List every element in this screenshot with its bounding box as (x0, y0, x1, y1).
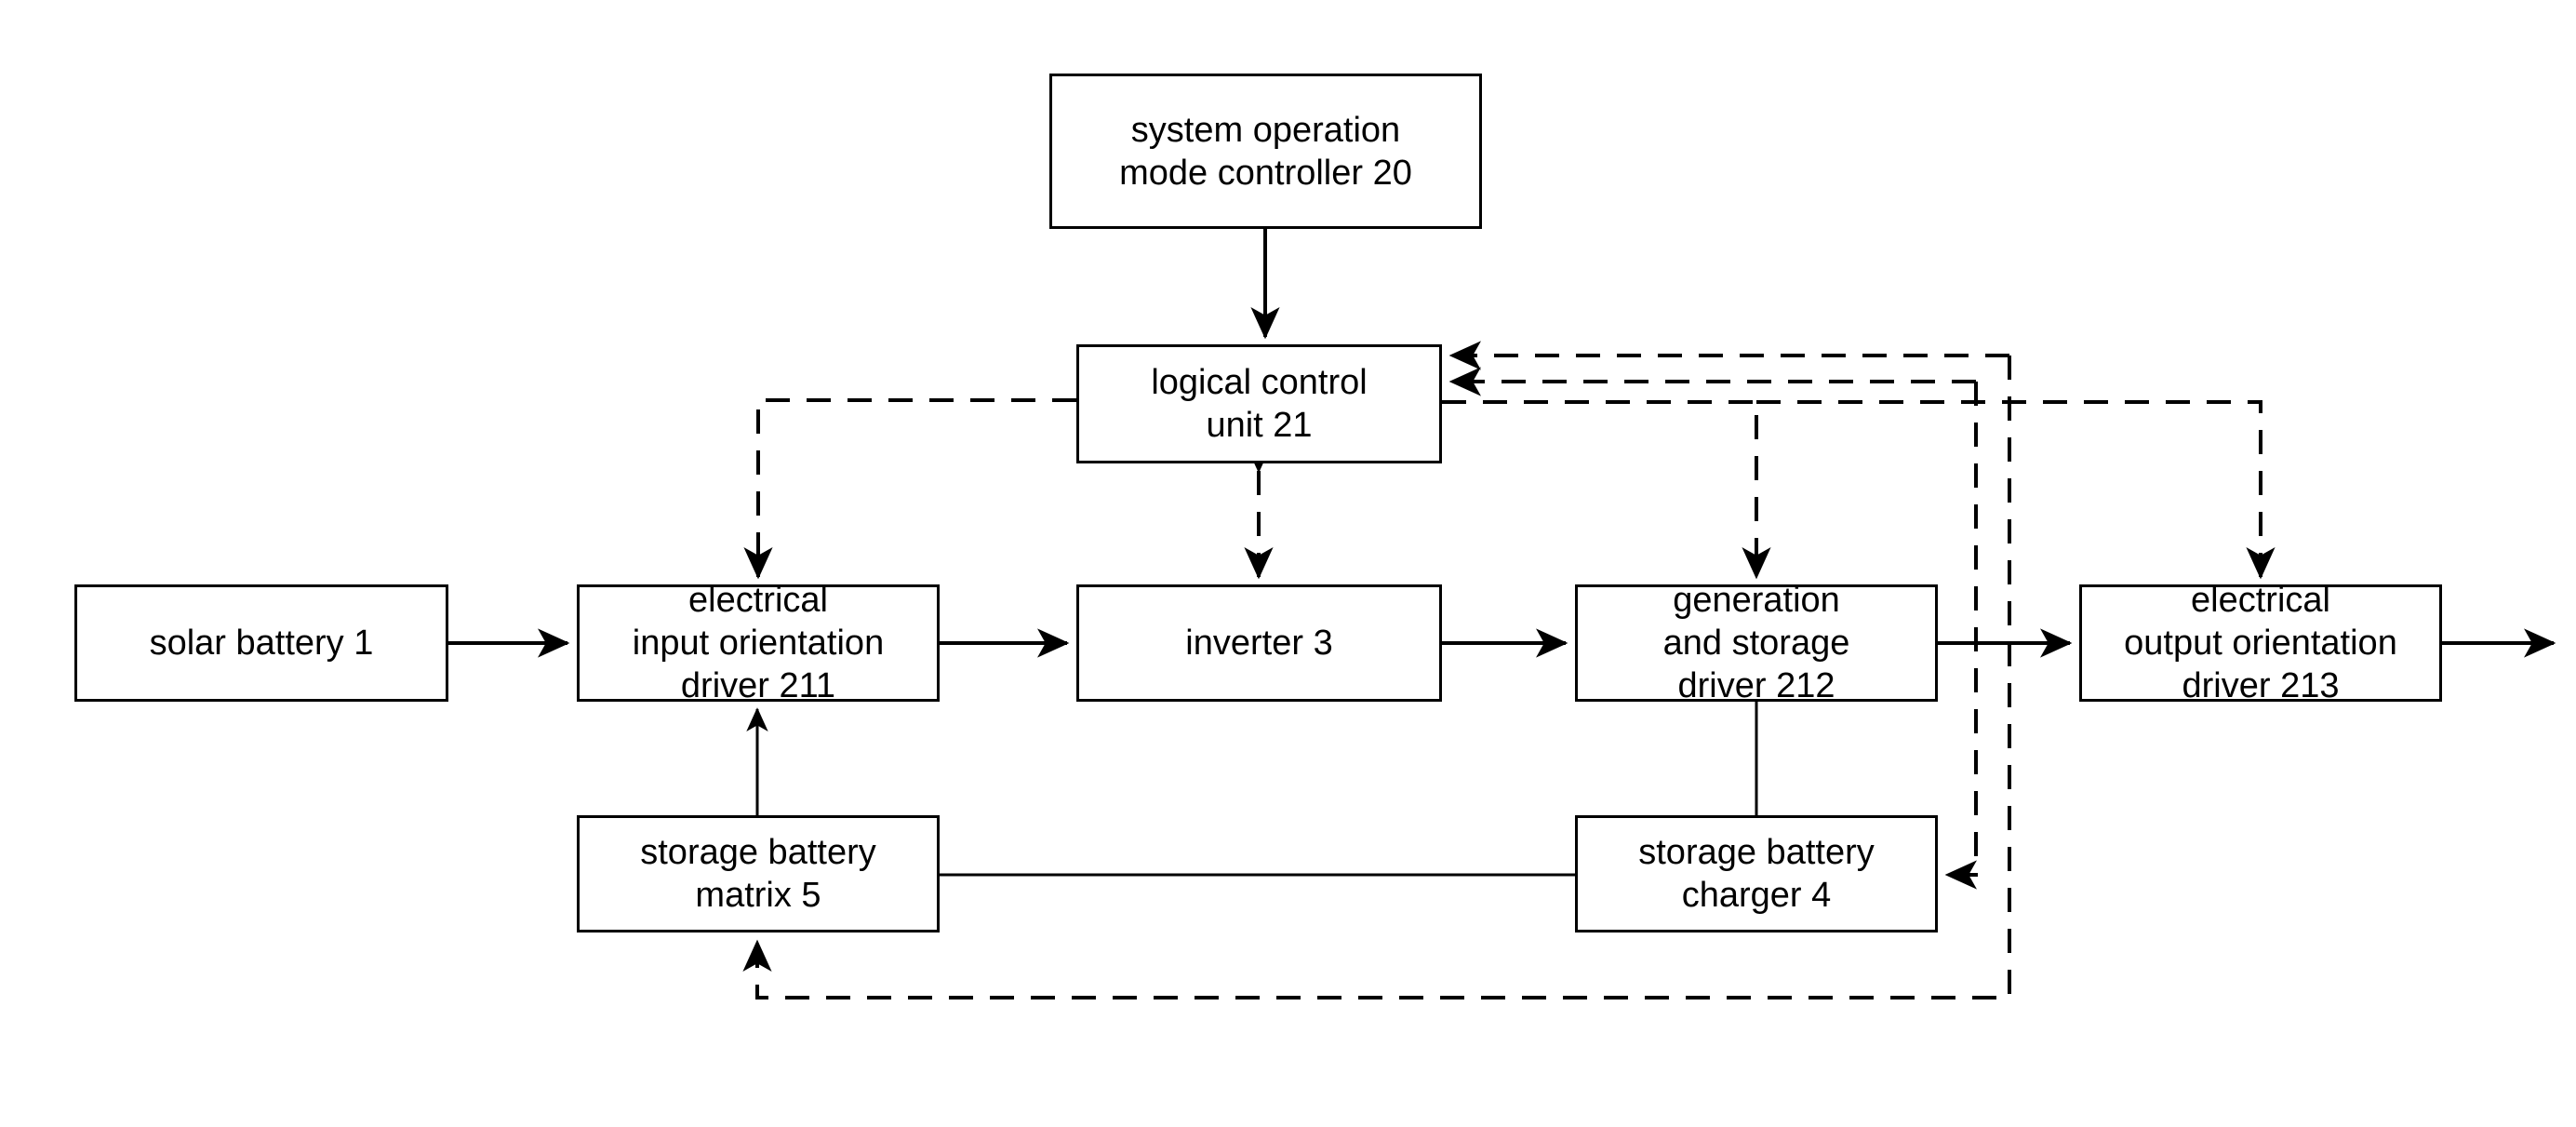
storage-battery-charger-label: storage battery charger 4 (1638, 833, 1875, 915)
solar-battery-label: solar battery 1 (149, 624, 374, 663)
electrical-output-orientation-driver-label: electrical output orientation driver 213 (2124, 581, 2397, 705)
electrical-output-orientation-driver-box[interactable]: electrical output orientation driver 213 (2079, 581, 2442, 705)
generation-and-storage-driver-box[interactable]: generation and storage driver 212 (1575, 581, 1938, 705)
inverter-box[interactable]: inverter 3 (1076, 584, 1442, 702)
logical-control-unit-label: logical control unit 21 (1151, 363, 1368, 445)
logical-control-unit-box[interactable]: logical control unit 21 (1076, 344, 1442, 463)
generation-and-storage-driver-label: generation and storage driver 212 (1662, 581, 1850, 705)
storage-battery-charger-box[interactable]: storage battery charger 4 (1575, 815, 1938, 932)
solar-battery-box[interactable]: solar battery 1 (74, 584, 448, 702)
inverter-label: inverter 3 (1185, 624, 1333, 663)
wire-logical-control-unit-to-charger (1944, 382, 1978, 890)
system-operation-mode-controller-box[interactable]: system operation mode controller 20 (1049, 74, 1482, 229)
electrical-input-orientation-driver-label: electrical input orientation driver 211 (632, 581, 885, 705)
electrical-input-orientation-driver-box[interactable]: electrical input orientation driver 211 (577, 581, 940, 705)
diagram-canvas: system operation mode controller 20 logi… (0, 0, 2576, 1127)
storage-battery-matrix-box[interactable]: storage battery matrix 5 (577, 815, 940, 932)
wire-logical-control-unit-to-generation-driver (1442, 400, 1771, 580)
system-operation-mode-controller-label: system operation mode controller 20 (1119, 110, 1412, 193)
wire-logical-control-unit-to-input-driver (743, 398, 1076, 580)
storage-battery-matrix-label: storage battery matrix 5 (640, 833, 876, 915)
